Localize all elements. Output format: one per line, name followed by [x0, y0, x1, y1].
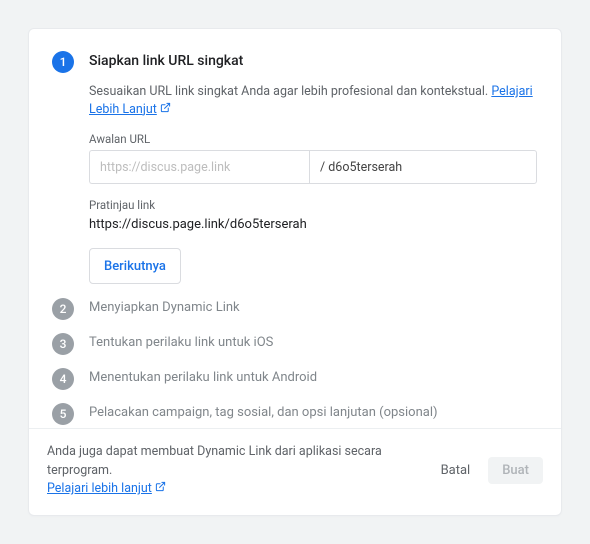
step-2[interactable]: 2 Menyiapkan Dynamic Link — [51, 298, 537, 333]
external-link-icon — [155, 482, 166, 495]
preview-value: https://discus.page.link/d6o5terserah — [89, 217, 537, 232]
step-5-title: Pelacakan campaign, tag sosial, dan opsi… — [89, 405, 537, 420]
cancel-button[interactable]: Batal — [433, 457, 479, 484]
next-button[interactable]: Berikutnya — [89, 248, 181, 284]
create-button[interactable]: Buat — [488, 457, 543, 484]
url-prefix-label: Awalan URL — [89, 132, 537, 146]
step-2-badge: 2 — [52, 298, 74, 320]
step-4[interactable]: 4 Menentukan perilaku link untuk Android — [51, 368, 537, 403]
url-suffix-input[interactable]: / d6o5terserah — [309, 150, 537, 184]
step-4-badge: 4 — [52, 368, 74, 390]
step-2-title: Menyiapkan Dynamic Link — [89, 300, 537, 315]
footer-text: Anda juga dapat membuat Dynamic Link dar… — [47, 444, 382, 478]
url-prefix-readonly: https://discus.page.link — [89, 150, 309, 184]
step-5-badge: 5 — [52, 403, 74, 425]
external-link-icon — [160, 103, 171, 116]
wizard-footer: Anda juga dapat membuat Dynamic Link dar… — [29, 428, 561, 515]
footer-learn-more-link[interactable]: Pelajari lebih lanjut — [47, 481, 152, 496]
step-1-title: Siapkan link URL singkat — [89, 53, 537, 69]
step-3-badge: 3 — [52, 333, 74, 355]
preview-label: Pratinjau link — [89, 198, 537, 212]
step-5[interactable]: 5 Pelacakan campaign, tag sosial, dan op… — [51, 403, 537, 428]
step-1-badge: 1 — [52, 51, 74, 73]
wizard-steps: 1 Siapkan link URL singkat Sesuaikan URL… — [29, 29, 561, 428]
step-3[interactable]: 3 Tentukan perilaku link untuk iOS — [51, 333, 537, 368]
step-1: 1 Siapkan link URL singkat Sesuaikan URL… — [51, 51, 537, 298]
step-4-title: Menentukan perilaku link untuk Android — [89, 370, 537, 385]
step-3-title: Tentukan perilaku link untuk iOS — [89, 335, 537, 350]
url-input-row: https://discus.page.link / d6o5terserah — [89, 150, 537, 184]
step-1-description: Sesuaikan URL link singkat Anda agar leb… — [89, 83, 537, 118]
step-1-desc-text: Sesuaikan URL link singkat Anda agar leb… — [89, 84, 488, 99]
dynamic-link-wizard-card: 1 Siapkan link URL singkat Sesuaikan URL… — [28, 28, 562, 516]
footer-text-block: Anda juga dapat membuat Dynamic Link dar… — [47, 443, 417, 499]
